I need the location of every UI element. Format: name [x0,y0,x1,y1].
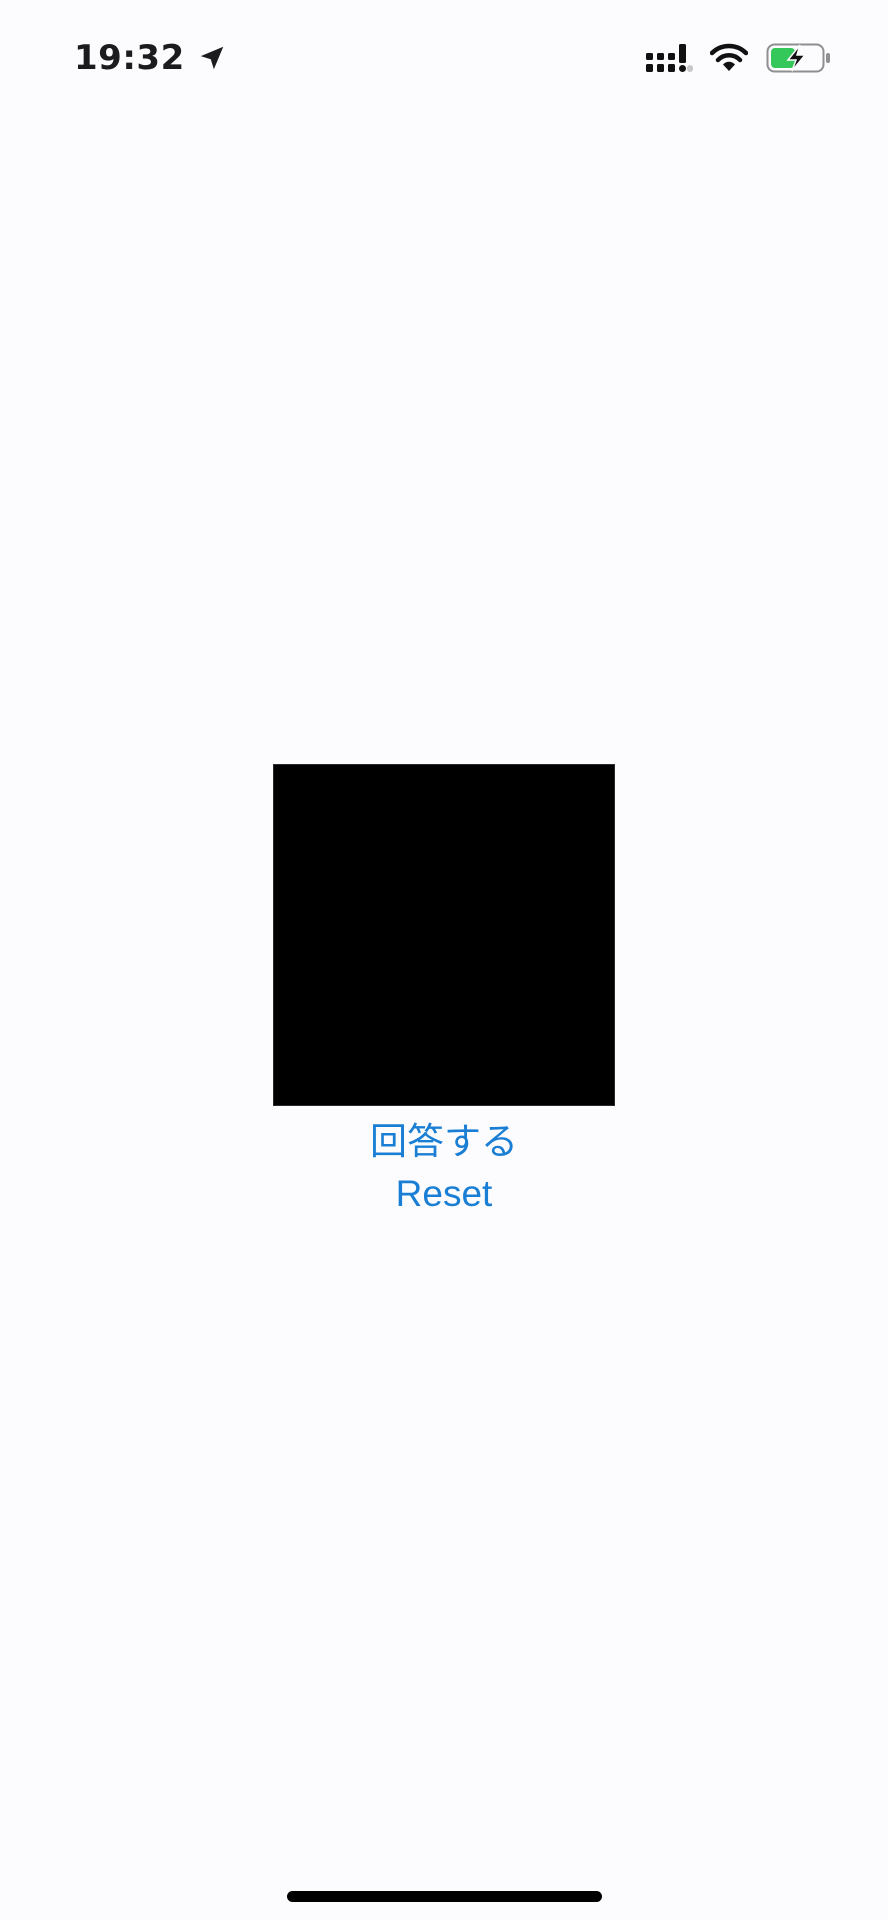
battery-charging-icon [766,41,832,75]
answer-button[interactable]: 回答する [0,1118,888,1166]
home-indicator[interactable] [287,1891,602,1902]
status-time: 19:32 [74,38,185,78]
time-group: 19:32 [74,36,227,80]
wifi-icon [710,42,748,74]
location-arrow-icon [197,43,227,73]
cellular-signal-icon [646,41,694,75]
color-square [273,764,615,1106]
reset-button[interactable]: Reset [0,1170,888,1218]
status-bar: 19:32 [0,0,888,120]
status-icons [646,40,832,76]
